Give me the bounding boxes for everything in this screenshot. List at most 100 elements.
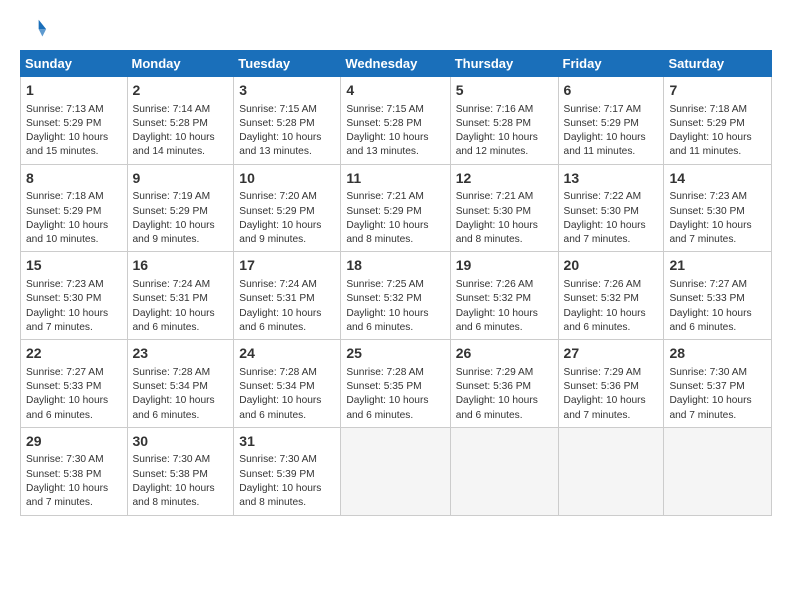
calendar-table: SundayMondayTuesdayWednesdayThursdayFrid…: [20, 50, 772, 516]
calendar-cell: 25Sunrise: 7:28 AMSunset: 5:35 PMDayligh…: [341, 340, 450, 428]
day-number: 23: [133, 344, 229, 364]
day-info: Sunrise: 7:26 AMSunset: 5:32 PMDaylight:…: [564, 278, 659, 335]
day-info: Sunrise: 7:25 AMSunset: 5:32 PMDaylight:…: [346, 278, 444, 335]
day-number: 24: [239, 344, 335, 364]
day-number: 18: [346, 256, 444, 276]
col-header-saturday: Saturday: [664, 51, 772, 77]
day-info: Sunrise: 7:19 AMSunset: 5:29 PMDaylight:…: [133, 190, 229, 247]
calendar-cell: 6Sunrise: 7:17 AMSunset: 5:29 PMDaylight…: [558, 77, 664, 165]
calendar-cell: 5Sunrise: 7:16 AMSunset: 5:28 PMDaylight…: [450, 77, 558, 165]
calendar-cell: [558, 427, 664, 515]
day-number: 19: [456, 256, 553, 276]
day-number: 7: [669, 81, 766, 101]
week-row-5: 29Sunrise: 7:30 AMSunset: 5:38 PMDayligh…: [21, 427, 772, 515]
calendar-cell: 4Sunrise: 7:15 AMSunset: 5:28 PMDaylight…: [341, 77, 450, 165]
day-number: 1: [26, 81, 122, 101]
calendar-cell: 2Sunrise: 7:14 AMSunset: 5:28 PMDaylight…: [127, 77, 234, 165]
day-number: 14: [669, 169, 766, 189]
day-info: Sunrise: 7:15 AMSunset: 5:28 PMDaylight:…: [239, 103, 335, 160]
calendar-cell: 7Sunrise: 7:18 AMSunset: 5:29 PMDaylight…: [664, 77, 772, 165]
day-info: Sunrise: 7:29 AMSunset: 5:36 PMDaylight:…: [564, 366, 659, 423]
calendar-cell: 22Sunrise: 7:27 AMSunset: 5:33 PMDayligh…: [21, 340, 128, 428]
calendar-cell: 13Sunrise: 7:22 AMSunset: 5:30 PMDayligh…: [558, 164, 664, 252]
day-number: 31: [239, 432, 335, 452]
day-number: 11: [346, 169, 444, 189]
day-number: 28: [669, 344, 766, 364]
calendar-cell: 1Sunrise: 7:13 AMSunset: 5:29 PMDaylight…: [21, 77, 128, 165]
day-number: 2: [133, 81, 229, 101]
day-number: 26: [456, 344, 553, 364]
calendar-cell: 17Sunrise: 7:24 AMSunset: 5:31 PMDayligh…: [234, 252, 341, 340]
col-header-wednesday: Wednesday: [341, 51, 450, 77]
day-number: 8: [26, 169, 122, 189]
calendar-cell: 3Sunrise: 7:15 AMSunset: 5:28 PMDaylight…: [234, 77, 341, 165]
day-info: Sunrise: 7:26 AMSunset: 5:32 PMDaylight:…: [456, 278, 553, 335]
calendar-cell: 23Sunrise: 7:28 AMSunset: 5:34 PMDayligh…: [127, 340, 234, 428]
day-info: Sunrise: 7:28 AMSunset: 5:34 PMDaylight:…: [133, 366, 229, 423]
day-info: Sunrise: 7:23 AMSunset: 5:30 PMDaylight:…: [669, 190, 766, 247]
day-info: Sunrise: 7:21 AMSunset: 5:29 PMDaylight:…: [346, 190, 444, 247]
day-number: 22: [26, 344, 122, 364]
day-info: Sunrise: 7:21 AMSunset: 5:30 PMDaylight:…: [456, 190, 553, 247]
day-number: 25: [346, 344, 444, 364]
logo-icon: [20, 16, 48, 44]
week-row-2: 8Sunrise: 7:18 AMSunset: 5:29 PMDaylight…: [21, 164, 772, 252]
calendar-cell: 9Sunrise: 7:19 AMSunset: 5:29 PMDaylight…: [127, 164, 234, 252]
calendar-cell: 16Sunrise: 7:24 AMSunset: 5:31 PMDayligh…: [127, 252, 234, 340]
day-info: Sunrise: 7:23 AMSunset: 5:30 PMDaylight:…: [26, 278, 122, 335]
day-number: 15: [26, 256, 122, 276]
calendar-cell: 15Sunrise: 7:23 AMSunset: 5:30 PMDayligh…: [21, 252, 128, 340]
calendar-cell: 27Sunrise: 7:29 AMSunset: 5:36 PMDayligh…: [558, 340, 664, 428]
day-info: Sunrise: 7:29 AMSunset: 5:36 PMDaylight:…: [456, 366, 553, 423]
day-number: 17: [239, 256, 335, 276]
calendar-cell: 12Sunrise: 7:21 AMSunset: 5:30 PMDayligh…: [450, 164, 558, 252]
calendar-cell: [341, 427, 450, 515]
day-number: 21: [669, 256, 766, 276]
col-header-monday: Monday: [127, 51, 234, 77]
calendar-cell: 8Sunrise: 7:18 AMSunset: 5:29 PMDaylight…: [21, 164, 128, 252]
calendar-cell: 30Sunrise: 7:30 AMSunset: 5:38 PMDayligh…: [127, 427, 234, 515]
calendar-cell: 10Sunrise: 7:20 AMSunset: 5:29 PMDayligh…: [234, 164, 341, 252]
logo: [20, 16, 52, 44]
day-info: Sunrise: 7:28 AMSunset: 5:35 PMDaylight:…: [346, 366, 444, 423]
day-info: Sunrise: 7:14 AMSunset: 5:28 PMDaylight:…: [133, 103, 229, 160]
calendar-cell: 20Sunrise: 7:26 AMSunset: 5:32 PMDayligh…: [558, 252, 664, 340]
calendar-cell: 24Sunrise: 7:28 AMSunset: 5:34 PMDayligh…: [234, 340, 341, 428]
day-info: Sunrise: 7:20 AMSunset: 5:29 PMDaylight:…: [239, 190, 335, 247]
calendar-cell: 29Sunrise: 7:30 AMSunset: 5:38 PMDayligh…: [21, 427, 128, 515]
day-number: 29: [26, 432, 122, 452]
week-row-1: 1Sunrise: 7:13 AMSunset: 5:29 PMDaylight…: [21, 77, 772, 165]
calendar-cell: [664, 427, 772, 515]
calendar-container: SundayMondayTuesdayWednesdayThursdayFrid…: [0, 0, 792, 526]
day-number: 3: [239, 81, 335, 101]
day-info: Sunrise: 7:30 AMSunset: 5:38 PMDaylight:…: [26, 453, 122, 510]
day-number: 9: [133, 169, 229, 189]
header-area: [20, 16, 772, 44]
day-info: Sunrise: 7:30 AMSunset: 5:37 PMDaylight:…: [669, 366, 766, 423]
day-info: Sunrise: 7:18 AMSunset: 5:29 PMDaylight:…: [669, 103, 766, 160]
week-row-4: 22Sunrise: 7:27 AMSunset: 5:33 PMDayligh…: [21, 340, 772, 428]
calendar-header-row: SundayMondayTuesdayWednesdayThursdayFrid…: [21, 51, 772, 77]
day-number: 20: [564, 256, 659, 276]
day-info: Sunrise: 7:18 AMSunset: 5:29 PMDaylight:…: [26, 190, 122, 247]
day-number: 4: [346, 81, 444, 101]
day-info: Sunrise: 7:24 AMSunset: 5:31 PMDaylight:…: [133, 278, 229, 335]
day-number: 12: [456, 169, 553, 189]
day-number: 6: [564, 81, 659, 101]
day-number: 10: [239, 169, 335, 189]
calendar-cell: 19Sunrise: 7:26 AMSunset: 5:32 PMDayligh…: [450, 252, 558, 340]
calendar-cell: 26Sunrise: 7:29 AMSunset: 5:36 PMDayligh…: [450, 340, 558, 428]
day-number: 27: [564, 344, 659, 364]
col-header-thursday: Thursday: [450, 51, 558, 77]
day-info: Sunrise: 7:17 AMSunset: 5:29 PMDaylight:…: [564, 103, 659, 160]
col-header-friday: Friday: [558, 51, 664, 77]
day-info: Sunrise: 7:16 AMSunset: 5:28 PMDaylight:…: [456, 103, 553, 160]
day-info: Sunrise: 7:28 AMSunset: 5:34 PMDaylight:…: [239, 366, 335, 423]
day-info: Sunrise: 7:13 AMSunset: 5:29 PMDaylight:…: [26, 103, 122, 160]
day-number: 13: [564, 169, 659, 189]
calendar-cell: 28Sunrise: 7:30 AMSunset: 5:37 PMDayligh…: [664, 340, 772, 428]
calendar-cell: 14Sunrise: 7:23 AMSunset: 5:30 PMDayligh…: [664, 164, 772, 252]
day-info: Sunrise: 7:27 AMSunset: 5:33 PMDaylight:…: [26, 366, 122, 423]
day-info: Sunrise: 7:30 AMSunset: 5:38 PMDaylight:…: [133, 453, 229, 510]
day-number: 5: [456, 81, 553, 101]
